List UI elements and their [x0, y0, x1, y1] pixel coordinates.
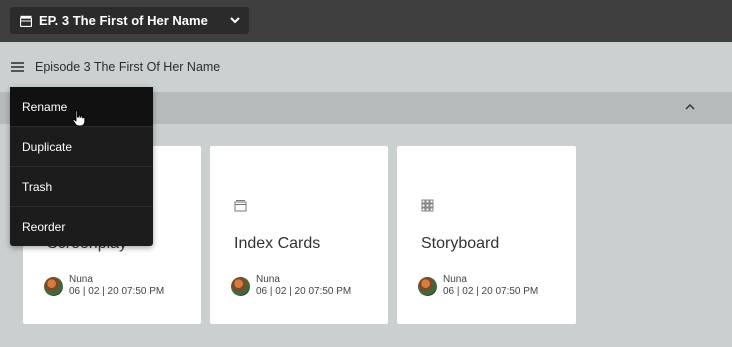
card-author: Nuna [256, 274, 280, 285]
hand-cursor-icon [72, 110, 86, 127]
chevron-down-icon [230, 17, 240, 24]
avatar [418, 277, 437, 296]
menu-item-trash[interactable]: Trash [10, 167, 153, 207]
grid-icon [421, 199, 434, 212]
menu-item-reorder[interactable]: Reorder [10, 207, 153, 247]
menu-item-label: Duplicate [22, 139, 73, 154]
menu-item-label: Trash [22, 179, 53, 194]
card-storyboard[interactable]: Storyboard Nuna 06 | 02 | 20 07:50 PM [397, 146, 576, 324]
card-title: Index Cards [234, 235, 321, 252]
episode-select[interactable]: EP. 3 The First of Her Name [10, 7, 249, 34]
index-cards-icon [234, 200, 247, 212]
card-author: Nuna [69, 274, 93, 285]
hamburger-icon[interactable] [11, 62, 24, 72]
chevron-up-icon[interactable] [684, 102, 696, 112]
avatar [44, 277, 63, 296]
card-timestamp: 06 | 02 | 20 07:50 PM [443, 286, 539, 297]
card-title: Storyboard [421, 235, 500, 252]
menu-item-label: Reorder [22, 220, 66, 234]
card-timestamp: 06 | 02 | 20 07:50 PM [256, 286, 352, 297]
card-index-cards[interactable]: Index Cards Nuna 06 | 02 | 20 07:50 PM [210, 146, 388, 324]
avatar [231, 277, 250, 296]
menu-item-duplicate[interactable]: Duplicate [10, 127, 153, 167]
clapperboard-icon [20, 15, 32, 27]
card-timestamp: 06 | 02 | 20 07:50 PM [69, 286, 165, 297]
menu-item-label: Rename [22, 99, 68, 114]
card-author: Nuna [443, 274, 467, 285]
episode-title: Episode 3 The First Of Her Name [35, 60, 221, 74]
episode-select-label: EP. 3 The First of Her Name [39, 13, 208, 28]
